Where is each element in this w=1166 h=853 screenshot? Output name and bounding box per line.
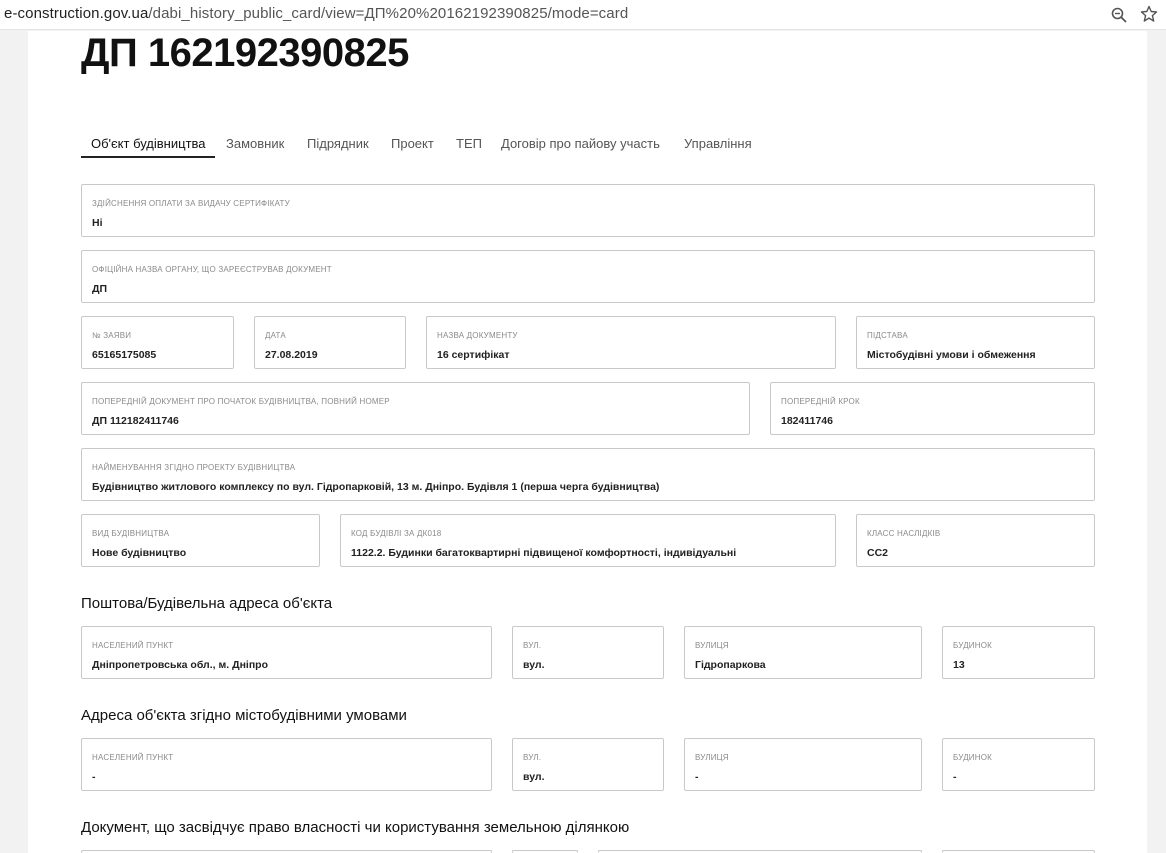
- field-label: Підстава: [867, 331, 908, 340]
- section-title-postal-address: Поштова/Будівельна адреса об'єкта: [81, 595, 333, 612]
- tab-contractor[interactable]: Підрядник: [307, 136, 369, 151]
- tab-management[interactable]: Управління: [684, 136, 752, 151]
- field-value: Дніпропетровська обл., м. Дніпро: [92, 659, 268, 671]
- browser-address-bar: e-construction.gov.ua/dabi_history_publi…: [0, 0, 1166, 30]
- tab-project[interactable]: Проект: [391, 136, 434, 151]
- field-value: вул.: [523, 659, 545, 671]
- field-label: Вул.: [523, 641, 542, 650]
- construction-type-field[interactable]: Вид будівництва Нове будівництво: [81, 514, 320, 567]
- conditions-building-field[interactable]: Будинок -: [942, 738, 1095, 791]
- field-label: Попередній крок: [781, 397, 860, 406]
- field-label: Код будівлі за ДК018: [351, 529, 442, 538]
- field-value: -: [695, 771, 699, 783]
- field-label: Вид будівництва: [92, 529, 170, 538]
- field-label: Здійснення оплати за видачу сертифікату: [92, 199, 290, 208]
- url-field[interactable]: e-construction.gov.ua/dabi_history_publi…: [4, 5, 628, 22]
- field-value: ДП 112182411746: [92, 415, 179, 427]
- field-value: 16 сертифікат: [437, 349, 510, 361]
- bookmark-star-icon[interactable]: [1140, 5, 1158, 23]
- zoom-icon[interactable]: [1110, 6, 1128, 24]
- field-label: Офіційна назва органу, що зареєстрував д…: [92, 265, 332, 274]
- application-number-field[interactable]: № заяви 65165175085: [81, 316, 234, 369]
- field-label: № заяви: [92, 331, 132, 340]
- url-host: e-construction.gov.ua: [4, 5, 149, 22]
- tab-bar: Об'єкт будівництва Замовник Підрядник Пр…: [81, 130, 1095, 158]
- url-path: /dabi_history_public_card/view=ДП%20%201…: [148, 5, 629, 22]
- authority-field[interactable]: Офіційна назва органу, що зареєстрував д…: [81, 250, 1095, 303]
- field-value: ДП: [92, 283, 108, 295]
- field-value: вул.: [523, 771, 545, 783]
- payment-field[interactable]: Здійснення оплати за видачу сертифікату …: [81, 184, 1095, 237]
- field-value: Нове будівництво: [92, 547, 187, 559]
- date-field[interactable]: Дата 27.08.2019: [254, 316, 406, 369]
- postal-locality-field[interactable]: Населений пункт Дніпропетровська обл., м…: [81, 626, 492, 679]
- section-title-conditions-address: Адреса об'єкта згідно містобудівними умо…: [81, 707, 407, 724]
- field-value: -: [92, 771, 96, 783]
- field-value: Містобудівні умови і обмеження: [867, 349, 1036, 361]
- field-value: 1122.2. Будинки багатоквартирні підвищен…: [351, 547, 737, 559]
- field-value: 13: [953, 659, 965, 671]
- field-value: 27.08.2019: [265, 349, 318, 361]
- field-label: Найменування згідно проекту будівництва: [92, 463, 296, 472]
- active-tab-indicator: [81, 156, 215, 158]
- field-value: 182411746: [781, 415, 833, 427]
- conditions-locality-field[interactable]: Населений пункт -: [81, 738, 492, 791]
- field-label: Вулиця: [695, 641, 729, 650]
- field-label: Класс наслідків: [867, 529, 941, 538]
- field-label: Будинок: [953, 753, 993, 762]
- previous-document-field[interactable]: Попередній документ про початок будівниц…: [81, 382, 750, 435]
- field-label: Вул.: [523, 753, 542, 762]
- field-value: 65165175085: [92, 349, 157, 361]
- tab-tep[interactable]: ТЕП: [456, 136, 482, 151]
- field-label: Населений пункт: [92, 641, 174, 650]
- basis-field[interactable]: Підстава Містобудівні умови і обмеження: [856, 316, 1095, 369]
- building-code-field[interactable]: Код будівлі за ДК018 1122.2. Будинки баг…: [340, 514, 836, 567]
- tab-share-agreement[interactable]: Договір про пайову участь: [501, 136, 660, 151]
- postal-building-field[interactable]: Будинок 13: [942, 626, 1095, 679]
- tab-customer[interactable]: Замовник: [226, 136, 284, 151]
- project-name-field[interactable]: Найменування згідно проекту будівництва …: [81, 448, 1095, 501]
- field-label: Дата: [265, 331, 286, 340]
- postal-street-field[interactable]: Вулиця Гідропаркова: [684, 626, 922, 679]
- postal-street-type-field[interactable]: Вул. вул.: [512, 626, 664, 679]
- field-label: Попередній документ про початок будівниц…: [92, 397, 390, 406]
- section-title-land-document: Документ, що засвідчує право власності ч…: [81, 819, 630, 836]
- document-name-field[interactable]: Назва документу 16 сертифікат: [426, 316, 836, 369]
- field-value: Ні: [92, 217, 103, 229]
- conditions-street-field[interactable]: Вулиця -: [684, 738, 922, 791]
- field-value: -: [953, 771, 957, 783]
- field-label: Будинок: [953, 641, 993, 650]
- field-label: Назва документу: [437, 331, 518, 340]
- conditions-street-type-field[interactable]: Вул. вул.: [512, 738, 664, 791]
- field-value: Будівництво житлового комплексу по вул. …: [92, 481, 660, 493]
- field-value: СС2: [867, 547, 889, 559]
- field-label: Населений пункт: [92, 753, 174, 762]
- field-label: Вулиця: [695, 753, 729, 762]
- field-value: Гідропаркова: [695, 659, 766, 671]
- tab-object[interactable]: Об'єкт будівництва: [91, 136, 206, 151]
- previous-step-field[interactable]: Попередній крок 182411746: [770, 382, 1095, 435]
- consequence-class-field[interactable]: Класс наслідків СС2: [856, 514, 1095, 567]
- page-title: ДП 162192390825: [81, 31, 409, 75]
